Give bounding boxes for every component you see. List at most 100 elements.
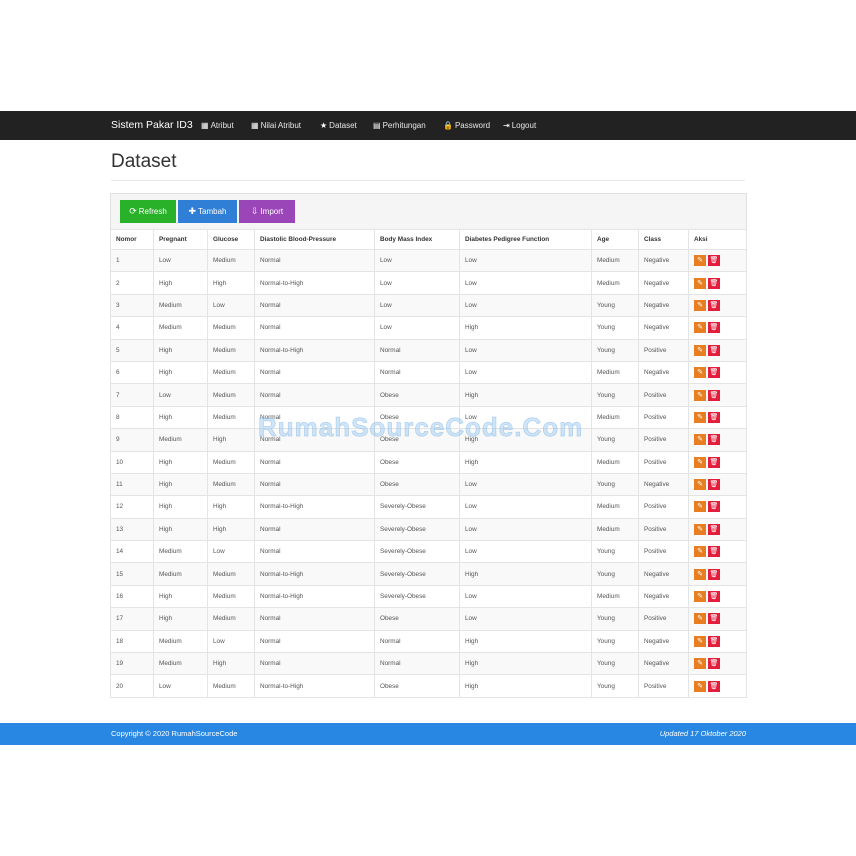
table-cell: Low: [459, 293, 592, 318]
nav-item-nilai-atribut[interactable]: ▦ Nilai Atribut: [251, 111, 301, 140]
table-cell: High: [153, 405, 208, 430]
action-cell: ✎ 🗑: [688, 428, 747, 452]
edit-icon[interactable]: ✎: [694, 411, 706, 423]
delete-icon[interactable]: 🗑: [708, 613, 720, 625]
edit-icon[interactable]: ✎: [694, 344, 706, 356]
column-header: Age: [591, 229, 639, 250]
delete-icon[interactable]: 🗑: [708, 680, 720, 692]
table-cell: Medium: [207, 405, 255, 430]
table-cell: Normal-to-High: [254, 495, 375, 519]
table-cell: 10: [110, 450, 154, 474]
delete-icon[interactable]: 🗑: [708, 456, 720, 468]
table-cell: Normal-to-High: [254, 674, 375, 698]
table-cell: Normal: [374, 360, 460, 385]
table-row: 9 Medium High Normal Obese High Young Positive ✎…: [110, 428, 747, 452]
delete-icon[interactable]: 🗑: [708, 635, 720, 647]
refresh-button[interactable]: ⟳ Refresh: [120, 200, 176, 223]
edit-icon[interactable]: ✎: [694, 255, 706, 267]
edit-icon[interactable]: ✎: [694, 680, 706, 692]
edit-icon[interactable]: ✎: [694, 501, 706, 513]
nav-item-dataset[interactable]: ★ Dataset: [320, 111, 357, 140]
title-divider: [111, 180, 745, 181]
table-cell: Normal: [374, 629, 460, 654]
delete-icon[interactable]: 🗑: [708, 591, 720, 603]
edit-icon[interactable]: ✎: [694, 322, 706, 334]
table-cell: High: [459, 674, 592, 698]
table-cell: Low: [459, 360, 592, 385]
nav-item-password[interactable]: 🔒 Password: [443, 111, 490, 140]
table-cell: Low: [459, 338, 592, 362]
edit-icon[interactable]: ✎: [694, 389, 706, 401]
delete-icon[interactable]: 🗑: [708, 344, 720, 356]
delete-icon[interactable]: 🗑: [708, 479, 720, 491]
table-cell: Low: [207, 629, 255, 654]
brand-link[interactable]: Sistem Pakar ID3: [111, 111, 193, 140]
edit-icon[interactable]: ✎: [694, 277, 706, 289]
delete-icon[interactable]: 🗑: [708, 501, 720, 513]
table-cell: Severely-Obese: [374, 517, 460, 542]
nav-item-logout[interactable]: ⇥ Logout: [503, 111, 536, 140]
action-cell: ✎ 🗑: [688, 607, 747, 631]
table-row: 14 Medium Low Normal Severely-Obese Low Young P…: [110, 540, 747, 564]
delete-icon[interactable]: 🗑: [708, 658, 720, 670]
table-cell: Positive: [638, 517, 689, 542]
table-cell: Negative: [638, 293, 689, 318]
edit-icon[interactable]: ✎: [694, 434, 706, 446]
action-cell: ✎ 🗑: [688, 629, 747, 654]
table-cell: 13: [110, 517, 154, 542]
table-cell: Medium: [207, 383, 255, 407]
delete-icon[interactable]: 🗑: [708, 568, 720, 580]
table-cell: Positive: [638, 540, 689, 564]
edit-icon[interactable]: ✎: [694, 523, 706, 535]
delete-icon[interactable]: 🗑: [708, 411, 720, 423]
table-cell: Low: [459, 271, 592, 295]
table-row: 7 Low Medium Normal Obese High Young Positive ✎ 🗑: [110, 383, 747, 407]
delete-icon[interactable]: 🗑: [708, 277, 720, 289]
table-cell: High: [459, 629, 592, 654]
table-row: 13 High High Normal Severely-Obese Low Medium P…: [110, 517, 747, 542]
table-cell: High: [459, 316, 592, 340]
table-row: 6 High Medium Normal Normal Low Medium Negative…: [110, 360, 747, 385]
table-cell: Normal-to-High: [254, 338, 375, 362]
nav-item-perhitungan[interactable]: ▤ Perhitungan: [373, 111, 426, 140]
nav-item-atribut[interactable]: ▦ Atribut: [201, 111, 234, 140]
table-cell: Medium: [591, 405, 639, 430]
table-cell: Negative: [638, 652, 689, 676]
edit-icon[interactable]: ✎: [694, 299, 706, 311]
edit-icon[interactable]: ✎: [694, 546, 706, 558]
delete-icon[interactable]: 🗑: [708, 367, 720, 379]
edit-icon[interactable]: ✎: [694, 479, 706, 491]
column-header: Diastolic Blood-Pressure: [254, 229, 375, 250]
delete-icon[interactable]: 🗑: [708, 299, 720, 311]
table-cell: 12: [110, 495, 154, 519]
table-cell: Medium: [207, 607, 255, 631]
edit-icon[interactable]: ✎: [694, 613, 706, 625]
table-cell: Young: [591, 540, 639, 564]
table-row: 10 High Medium Normal Obese High Medium Positiv…: [110, 450, 747, 474]
delete-icon[interactable]: 🗑: [708, 255, 720, 267]
add-button[interactable]: ✚ Tambah: [178, 200, 237, 223]
table-cell: Medium: [207, 360, 255, 385]
delete-icon[interactable]: 🗑: [708, 546, 720, 558]
edit-icon[interactable]: ✎: [694, 658, 706, 670]
import-button[interactable]: ⇩ Import: [239, 200, 295, 223]
table-cell: Normal: [254, 629, 375, 654]
delete-icon[interactable]: 🗑: [708, 322, 720, 334]
delete-icon[interactable]: 🗑: [708, 523, 720, 535]
delete-icon[interactable]: 🗑: [708, 434, 720, 446]
table-cell: Medium: [591, 495, 639, 519]
edit-icon[interactable]: ✎: [694, 456, 706, 468]
table-cell: Young: [591, 607, 639, 631]
add-button-label: Tambah: [198, 207, 227, 216]
edit-icon[interactable]: ✎: [694, 568, 706, 580]
table-cell: Positive: [638, 495, 689, 519]
edit-icon[interactable]: ✎: [694, 367, 706, 379]
delete-icon[interactable]: 🗑: [708, 389, 720, 401]
table-cell: Medium: [207, 248, 255, 273]
table-cell: Medium: [591, 517, 639, 542]
edit-icon[interactable]: ✎: [694, 635, 706, 647]
table-cell: High: [459, 562, 592, 586]
table-cell: High: [153, 450, 208, 474]
table-cell: High: [207, 517, 255, 542]
edit-icon[interactable]: ✎: [694, 591, 706, 603]
